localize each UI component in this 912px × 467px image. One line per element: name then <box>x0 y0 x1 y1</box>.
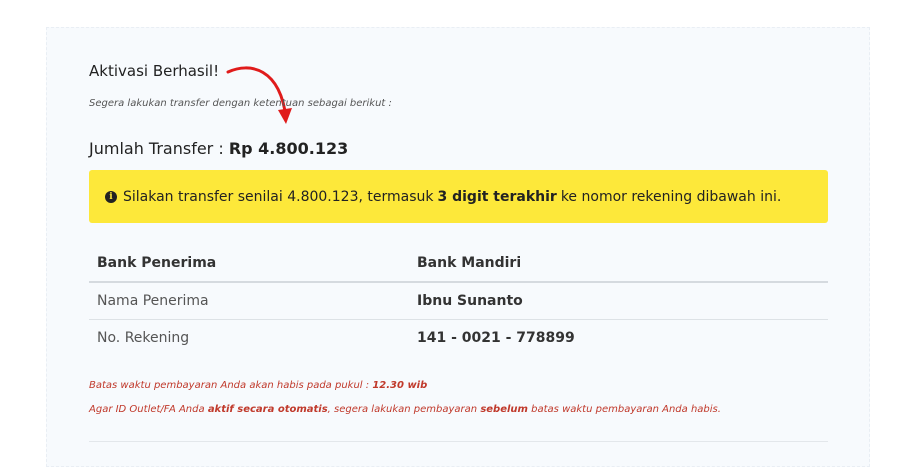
note-part-a: Agar ID Outlet/FA Anda <box>89 404 205 415</box>
note-part-b: , segera lakukan pembayaran <box>327 404 478 415</box>
table-row: No. Rekening 141 - 0021 - 778899 <box>89 320 828 357</box>
transfer-alert: i Silakan transfer senilai 4.800.123, te… <box>89 170 828 223</box>
recipient-name-label: Nama Penerima <box>89 282 409 320</box>
auto-activation-note: Agar ID Outlet/FA Anda aktif secara otom… <box>89 404 721 415</box>
payment-deadline-note: Batas waktu pembayaran Anda akan habis p… <box>89 380 427 391</box>
deadline-text: Batas waktu pembayaran Anda akan habis p… <box>89 380 370 391</box>
page-title: Aktivasi Berhasil! <box>89 62 220 80</box>
alert-text-after: ke nomor rekening dibawah ini. <box>560 188 782 205</box>
bank-account-table: Bank Penerima Bank Mandiri Nama Penerima… <box>89 245 828 356</box>
transfer-amount: Jumlah Transfer : Rp 4.800.123 <box>89 139 348 158</box>
alert-text-bold: 3 digit terakhir <box>437 188 557 205</box>
alert-text-before: Silakan transfer senilai 4.800.123, term… <box>123 188 434 205</box>
note-part-c: batas waktu pembayaran Anda habis. <box>531 404 721 415</box>
table-row: Nama Penerima Ibnu Sunanto <box>89 282 828 320</box>
account-number-value: 141 - 0021 - 778899 <box>417 330 575 346</box>
account-number-label: No. Rekening <box>97 330 190 346</box>
bank-label: Bank Penerima <box>89 245 409 283</box>
instruction-subtitle: Segera lakukan transfer dengan ketentuan… <box>89 98 392 109</box>
divider <box>89 441 828 442</box>
transfer-amount-label: Jumlah Transfer : <box>89 139 224 158</box>
table-row: Bank Penerima Bank Mandiri <box>89 245 828 283</box>
transfer-amount-value: Rp 4.800.123 <box>228 139 349 158</box>
red-arrow-annotation <box>226 66 292 124</box>
note-bold-active: aktif secara otomatis <box>207 404 328 415</box>
deadline-time: 12.30 wib <box>372 380 428 391</box>
note-bold-before: sebelum <box>480 404 528 415</box>
recipient-name-value: Ibnu Sunanto <box>409 282 828 320</box>
bank-value: Bank Mandiri <box>409 245 828 283</box>
info-circle-icon: i <box>105 190 117 203</box>
